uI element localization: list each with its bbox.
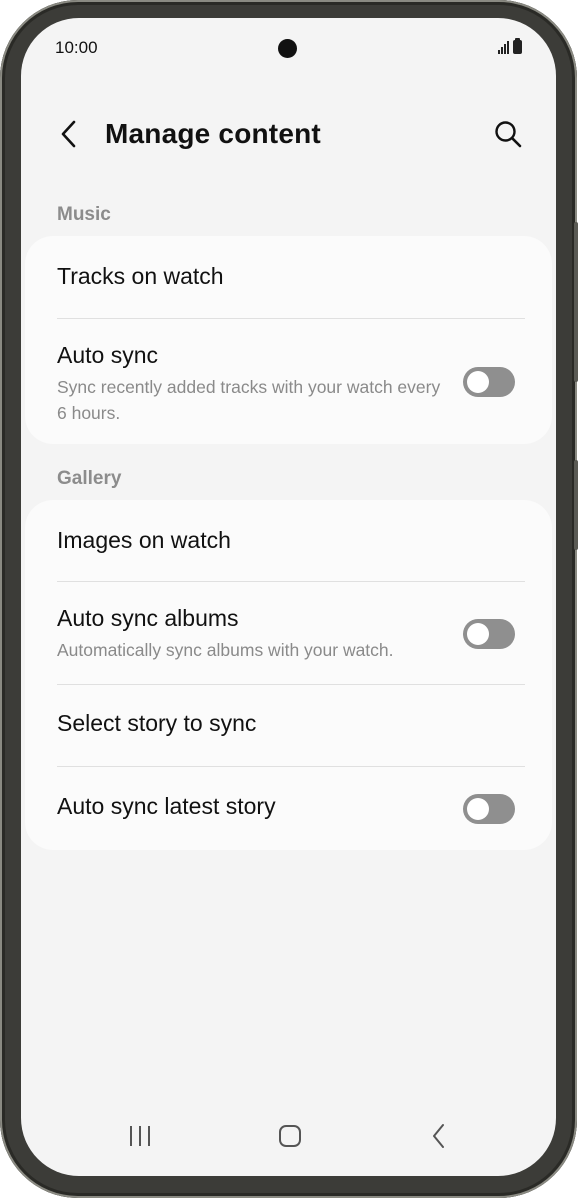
toggle-knob [467, 371, 489, 393]
select-story-item[interactable]: Select story to sync [57, 685, 520, 766]
chevron-left-icon [61, 120, 76, 148]
volume-button [574, 222, 578, 382]
images-on-watch-item[interactable]: Images on watch [57, 500, 520, 581]
select-story-label: Select story to sync [57, 710, 257, 736]
search-button[interactable] [490, 116, 526, 152]
music-card: Tracks on watch Auto sync Sync recently … [25, 236, 552, 444]
tracks-on-watch-label: Tracks on watch [57, 263, 224, 289]
home-button[interactable] [270, 1116, 310, 1156]
front-camera [278, 39, 297, 58]
tracks-on-watch-item[interactable]: Tracks on watch [57, 236, 520, 318]
auto-sync-latest-story-label: Auto sync latest story [57, 793, 276, 819]
status-bar: 10:00 [21, 18, 556, 78]
auto-sync-toggle[interactable] [463, 367, 515, 397]
screen: 10:00 Manage content Music Tracks on wat… [21, 18, 556, 1176]
auto-sync-albums-description: Automatically sync albums with your watc… [57, 640, 394, 660]
status-time: 10:00 [55, 38, 98, 57]
battery-icon [513, 38, 522, 54]
back-icon [433, 1124, 444, 1148]
section-header-music: Music [57, 204, 111, 225]
home-icon [279, 1125, 301, 1147]
back-button[interactable] [51, 116, 87, 152]
phone-frame: 10:00 Manage content Music Tracks on wat… [0, 0, 578, 1198]
auto-sync-label: Auto sync [57, 342, 158, 368]
recents-button[interactable] [120, 1116, 160, 1156]
power-button [574, 460, 578, 550]
recents-icon [130, 1126, 150, 1146]
auto-sync-albums-label: Auto sync albums [57, 605, 239, 631]
auto-sync-albums-toggle[interactable] [463, 619, 515, 649]
toggle-knob [467, 623, 489, 645]
auto-sync-albums-item[interactable]: Auto sync albums Automatically sync albu… [57, 582, 442, 684]
images-on-watch-label: Images on watch [57, 527, 231, 553]
auto-sync-latest-story-item[interactable]: Auto sync latest story [57, 767, 442, 850]
page-title: Manage content [105, 118, 321, 149]
section-header-gallery: Gallery [57, 468, 122, 489]
auto-sync-description: Sync recently added tracks with your wat… [57, 377, 441, 423]
status-icons [498, 38, 522, 54]
search-icon [495, 121, 522, 148]
navigation-bar [21, 1106, 556, 1176]
auto-sync-latest-story-toggle[interactable] [463, 794, 515, 824]
toggle-knob [467, 798, 489, 820]
app-bar: Manage content [21, 106, 556, 164]
gallery-card: Images on watch Auto sync albums Automat… [25, 500, 552, 850]
signal-icon [498, 40, 509, 54]
auto-sync-item[interactable]: Auto sync Sync recently added tracks wit… [57, 319, 442, 444]
nav-back-button[interactable] [419, 1116, 459, 1156]
